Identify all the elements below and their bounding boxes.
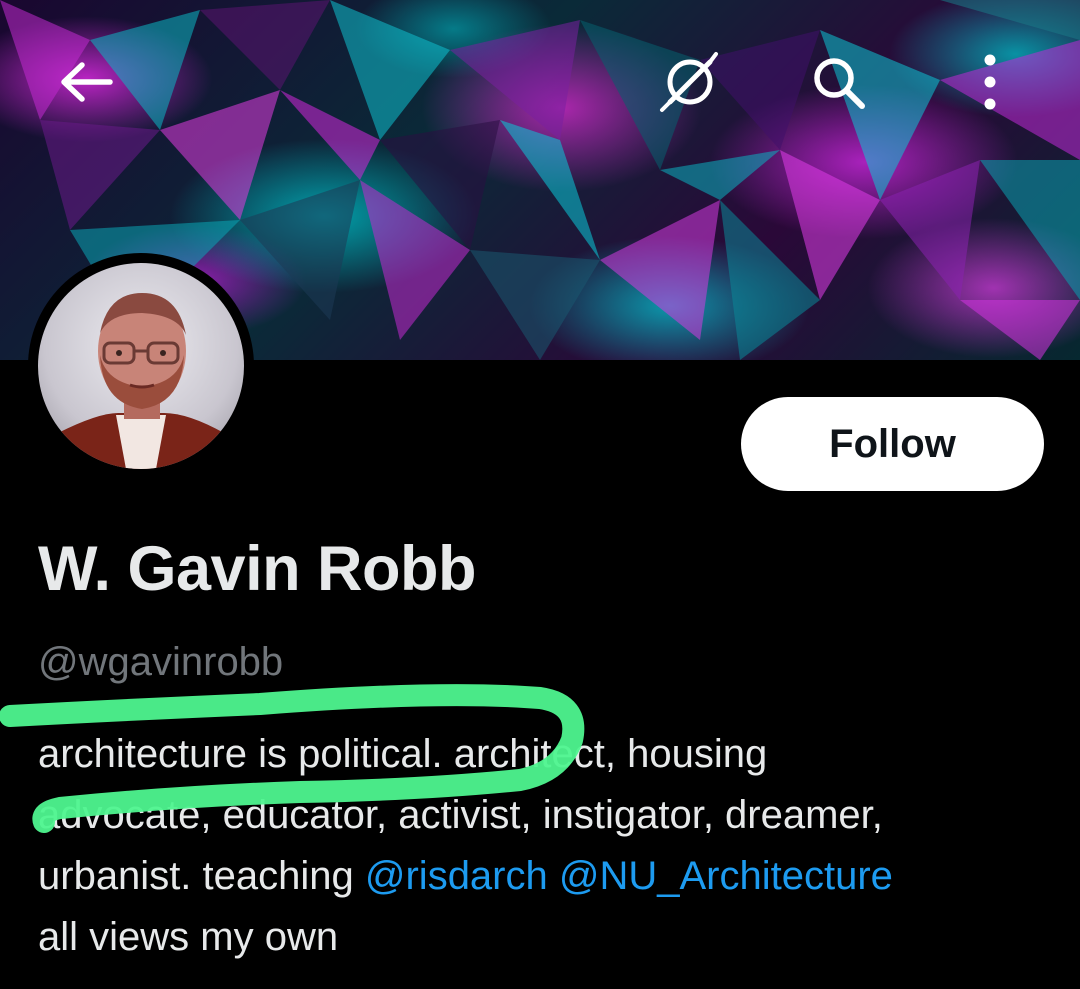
bio-line-3: urbanist. teaching @risdarch @NU_Archite… [38,846,1048,907]
mention-link-nu-architecture[interactable]: @NU_Architecture [559,854,893,898]
bio-text: urbanist. teaching [38,854,365,898]
bio-line-2: advocate, educator, activist, instigator… [38,793,883,837]
more-options-button[interactable] [958,50,1022,114]
avatar[interactable] [28,253,254,479]
search-button[interactable] [806,50,870,114]
bio-line-1: architecture is political. architect, ho… [38,732,768,776]
back-button[interactable] [54,50,118,114]
bio-line-4: all views my own [38,915,339,959]
grok-button[interactable] [658,50,722,114]
avatar-photo [38,263,244,469]
follow-button[interactable]: Follow [741,397,1044,491]
display-name: W. Gavin Robb [38,534,477,604]
user-handle: @wgavinrobb [38,640,284,684]
mention-link-risdarch[interactable]: @risdarch [365,854,548,898]
more-vertical-icon [984,54,996,110]
profile-bio: architecture is political. architect, ho… [38,724,1048,968]
grok-icon [660,52,718,112]
search-icon [814,58,865,109]
back-arrow-icon [61,62,113,102]
